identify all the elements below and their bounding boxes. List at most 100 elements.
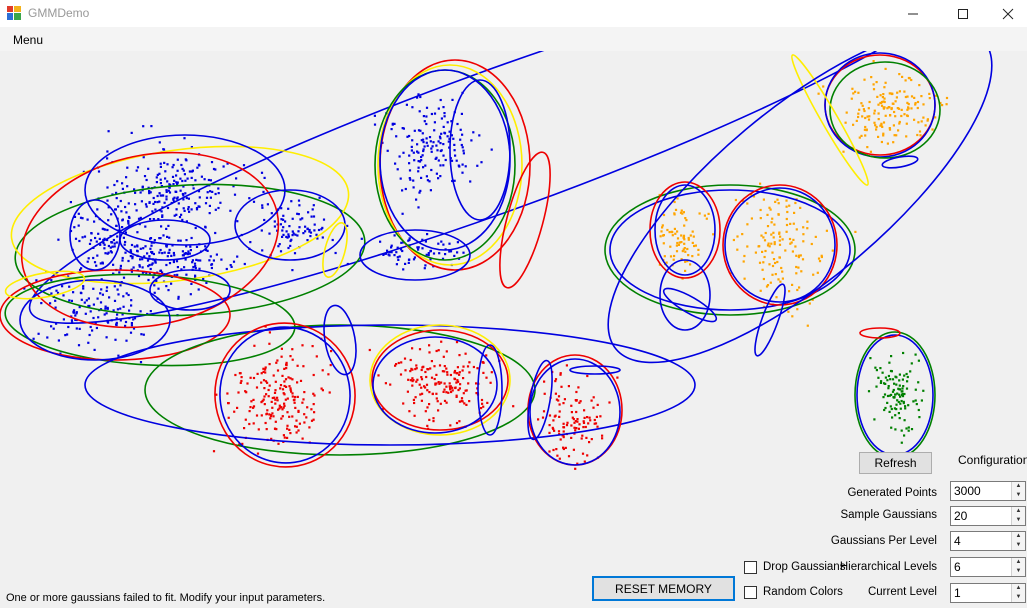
current-level-input[interactable]	[952, 585, 1014, 601]
maximize-button[interactable]	[940, 0, 986, 27]
sample-point	[429, 249, 432, 252]
spin-up-icon[interactable]: ▲	[1012, 507, 1025, 516]
spin-down-icon[interactable]: ▼	[1012, 593, 1025, 602]
sample-point	[776, 198, 779, 201]
hierarchical-levels-stepper[interactable]: ▲▼	[950, 557, 1026, 577]
sample-point	[284, 220, 287, 223]
sample-point	[868, 100, 871, 104]
sample-point	[898, 73, 901, 76]
spin-up-icon[interactable]: ▲	[1012, 584, 1025, 593]
sample-point	[446, 135, 449, 138]
sample-point	[248, 197, 251, 200]
random-colors-checkbox[interactable]	[744, 586, 757, 599]
sample-point	[177, 239, 180, 242]
gaussians-per-level-stepper[interactable]: ▲▼	[950, 531, 1026, 551]
sample-point	[581, 434, 584, 437]
current-level-stepper[interactable]: ▲▼	[950, 583, 1026, 603]
sample-point	[373, 123, 377, 126]
sample-point	[916, 133, 919, 137]
sample-point	[476, 164, 479, 167]
sample-point	[785, 223, 789, 227]
sample-point	[260, 372, 263, 375]
spin-up-icon[interactable]: ▲	[1012, 532, 1025, 541]
sample-point	[799, 206, 802, 209]
sample-point	[194, 267, 197, 270]
generated-points-input[interactable]	[952, 483, 1014, 499]
sample-point	[265, 393, 268, 396]
spin-down-icon[interactable]: ▼	[1012, 567, 1025, 576]
gaussians-per-level-input[interactable]	[952, 533, 1014, 549]
sample-point	[158, 141, 161, 144]
spin-buttons[interactable]: ▲ ▼	[1011, 584, 1025, 602]
sample-point	[250, 400, 253, 403]
sample-point	[915, 403, 918, 406]
sample-point	[684, 217, 687, 220]
sample-point	[437, 107, 440, 110]
sample-point	[903, 419, 906, 422]
sample-point	[426, 389, 429, 392]
sample-point	[437, 140, 440, 143]
sample-point	[110, 241, 113, 244]
spin-down-icon[interactable]: ▼	[1012, 541, 1025, 550]
sample-point	[88, 333, 91, 337]
sample-point	[902, 351, 905, 355]
sample-point	[884, 382, 887, 385]
spin-up-icon[interactable]: ▲	[1012, 558, 1025, 567]
sample-point	[135, 169, 138, 172]
sample-point	[884, 81, 887, 84]
sample-point	[283, 384, 286, 388]
sample-point	[898, 417, 901, 420]
sample-point	[131, 257, 134, 260]
sample-point	[263, 176, 266, 179]
sample-point	[880, 123, 883, 126]
spin-down-icon[interactable]: ▼	[1012, 491, 1025, 500]
sample-point	[54, 299, 57, 302]
sample-point	[732, 238, 735, 242]
spin-buttons[interactable]: ▲ ▼	[1011, 558, 1025, 576]
sample-point	[412, 379, 415, 382]
sample-point	[441, 370, 444, 373]
sample-point	[772, 231, 775, 234]
sample-point	[781, 277, 784, 280]
sample-gaussians-input[interactable]	[952, 508, 1014, 524]
sample-point	[918, 130, 922, 133]
sample-point	[415, 364, 418, 367]
sample-point	[891, 102, 894, 105]
sample-point	[284, 378, 288, 381]
sample-point	[384, 382, 387, 385]
reset-memory-button[interactable]: RESET MEMORY	[592, 576, 735, 601]
spin-buttons[interactable]: ▲ ▼	[1011, 507, 1025, 525]
sample-point	[476, 367, 479, 370]
sample-point	[594, 422, 598, 425]
sample-point	[88, 304, 91, 308]
hierarchical-levels-input[interactable]	[952, 559, 1014, 575]
sample-point	[854, 230, 857, 233]
spin-up-icon[interactable]: ▲	[1012, 482, 1025, 491]
sample-point	[914, 388, 917, 391]
sample-point	[771, 273, 774, 276]
sample-point	[562, 430, 565, 433]
refresh-button[interactable]: Refresh	[859, 452, 932, 474]
sample-point	[177, 297, 180, 300]
spin-buttons[interactable]: ▲ ▼	[1011, 532, 1025, 550]
sample-point	[274, 380, 277, 383]
sample-point	[468, 371, 471, 374]
sample-point	[898, 379, 901, 382]
sample-point	[418, 348, 422, 351]
drop-gaussians-checkbox[interactable]	[744, 561, 757, 574]
menu-item[interactable]: Menu	[13, 33, 43, 47]
sample-point	[199, 259, 202, 262]
sample-point	[280, 355, 283, 358]
random-colors-label[interactable]: Random Colors	[763, 586, 843, 598]
drop-gaussians-label[interactable]: Drop Gaussians	[763, 561, 845, 573]
generated-points-stepper[interactable]: ▲▼	[950, 481, 1026, 501]
spin-buttons[interactable]: ▲ ▼	[1011, 482, 1025, 500]
sample-point	[136, 250, 139, 253]
sample-point	[307, 211, 310, 214]
spin-down-icon[interactable]: ▼	[1012, 516, 1025, 525]
sample-point	[768, 206, 771, 209]
close-button[interactable]	[985, 0, 1027, 27]
sample-point	[769, 281, 772, 284]
sample-gaussians-stepper[interactable]: ▲▼	[950, 506, 1026, 526]
minimize-button[interactable]	[890, 0, 936, 27]
